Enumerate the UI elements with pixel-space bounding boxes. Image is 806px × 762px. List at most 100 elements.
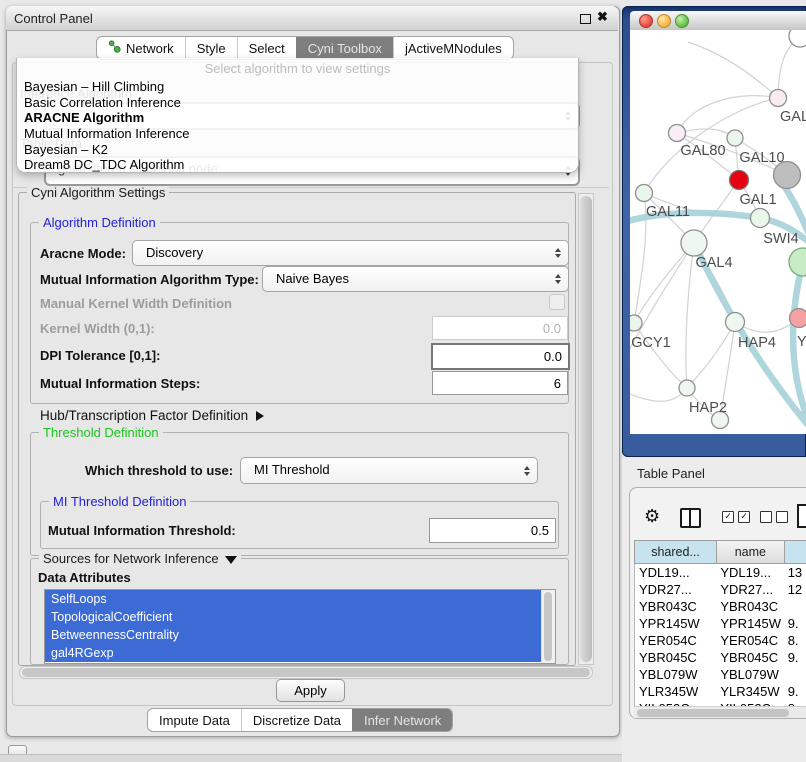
node-label-y-partial: Y (797, 334, 806, 350)
scrollbar-thumb[interactable] (637, 709, 789, 717)
new-table-icon[interactable] (797, 504, 806, 528)
column-header-name[interactable]: name (717, 540, 784, 564)
table-body[interactable]: YDL19...YDL19...13 YDR27...YDR27...12 YB… (634, 564, 806, 706)
network-canvas[interactable]: GAL80 GAL10 GAL1 GAL11 SWI4 GAL4 GCY1 HA… (630, 30, 806, 434)
control-panel-tabbar: Network Style Select Cyni Toolbox jActiv… (96, 36, 514, 60)
scrollbar-thumb[interactable] (22, 668, 590, 677)
spinner-icon (555, 248, 561, 258)
table-row[interactable]: YDL19...YDL19...13 (635, 564, 806, 581)
scrollbar-thumb[interactable] (580, 196, 592, 662)
table-row[interactable]: YBR045CYBR045C9. (635, 649, 806, 666)
node-label-gal11: GAL11 (646, 204, 690, 220)
settings-vertical-scrollbar[interactable] (578, 193, 594, 665)
aracne-mode-label: Aracne Mode: (40, 246, 126, 261)
node-label-gal10: GAL10 (739, 150, 784, 166)
mi-threshold-title: MI Threshold Definition (49, 494, 190, 509)
spinner-icon (555, 274, 561, 284)
dropdown-placeholder: Select algorithm to view settings (17, 61, 578, 76)
dropdown-item-bayesian-hill[interactable]: Bayesian – Hill Climbing (24, 79, 164, 94)
expand-right-icon (256, 411, 264, 421)
node-label-hap2: HAP2 (689, 400, 727, 416)
dropdown-item-mutual-information[interactable]: Mutual Information Inference (24, 126, 189, 141)
mac-minimize-button[interactable] (657, 14, 671, 28)
tab-network[interactable]: Network (97, 37, 185, 59)
network-icon (108, 40, 121, 56)
aracne-mode-combobox[interactable]: Discovery (132, 240, 569, 266)
mi-type-label: Mutual Information Algorithm Type: (40, 272, 259, 287)
dpi-tolerance-label: DPI Tolerance [0,1]: (40, 348, 160, 363)
deselect-all-columns-icon[interactable] (760, 511, 788, 523)
node-label-hap4: HAP4 (738, 335, 776, 351)
gear-icon[interactable]: ⚙ (644, 506, 660, 527)
collapse-down-icon (225, 556, 237, 564)
dropdown-item-basic-correlation[interactable]: Basic Correlation Inference (24, 95, 181, 110)
table-row[interactable]: YBL079WYBL079W (635, 666, 806, 683)
tab-infer-network[interactable]: Infer Network (352, 709, 452, 731)
dropdown-item-dream8[interactable]: Dream8 DC_TDC Algorithm (24, 157, 184, 172)
tab-style[interactable]: Style (185, 37, 237, 59)
node-label-swi4: SWI4 (763, 231, 798, 247)
settings-group-title: Cyni Algorithm Settings (27, 185, 169, 200)
mi-steps-field[interactable]: 6 (432, 371, 568, 395)
node-label-gal4: GAL4 (695, 255, 732, 271)
node-label-gal-partial: GAL (780, 109, 806, 125)
table-panel-title: Table Panel (637, 466, 705, 481)
mi-threshold-label: Mutual Information Threshold: (48, 523, 236, 538)
table-horizontal-scrollbar[interactable] (634, 706, 806, 718)
columns-icon[interactable] (680, 508, 701, 528)
float-window-icon[interactable] (580, 14, 591, 24)
data-attributes-list: SelfLoops TopologicalCoefficient Between… (44, 589, 556, 664)
kernel-width-label: Kernel Width (0,1): (40, 321, 155, 336)
scrollbar-thumb[interactable] (544, 592, 552, 661)
column-header-shared-name[interactable]: shared... (634, 540, 717, 564)
algorithm-definition-title: Algorithm Definition (39, 215, 160, 230)
which-threshold-combobox[interactable]: MI Threshold (240, 457, 538, 484)
list-item[interactable]: TopologicalCoefficient (45, 608, 555, 626)
node-label-gal1: GAL1 (739, 192, 776, 208)
list-item[interactable]: gal4RGexp (45, 644, 555, 662)
node-label-gal80: GAL80 (680, 143, 725, 159)
spinner-icon (524, 466, 530, 476)
table-row[interactable]: YLR345WYLR345W9. (635, 683, 806, 700)
which-threshold-label: Which threshold to use: (85, 463, 233, 478)
column-header-partial[interactable] (785, 540, 806, 564)
tab-select[interactable]: Select (237, 37, 296, 59)
list-scrollbar[interactable] (541, 590, 555, 663)
apply-button[interactable]: Apply (276, 679, 345, 702)
algorithm-dropdown-popup: Select algorithm to view settings Bayesi… (16, 58, 579, 173)
mac-zoom-button[interactable] (675, 14, 689, 28)
node-table: shared... name (634, 540, 806, 564)
bottom-tabbar: Impute Data Discretize Data Infer Networ… (147, 708, 453, 732)
tab-impute-data[interactable]: Impute Data (148, 709, 241, 731)
table-row[interactable]: YDR27...YDR27...12 (635, 581, 806, 598)
dropdown-item-aracne[interactable]: ARACNE Algorithm (24, 110, 144, 125)
select-all-columns-icon[interactable]: ✓✓ (722, 511, 750, 523)
tab-network-label: Network (126, 41, 174, 56)
hub-definition-expander[interactable]: Hub/Transcription Factor Definition (40, 408, 264, 423)
close-window-icon[interactable]: ✖ (597, 9, 608, 25)
kernel-width-field[interactable]: 0.0 (432, 316, 568, 340)
mi-steps-label: Mutual Information Steps: (40, 376, 200, 391)
dropdown-item-bayesian-k2[interactable]: Bayesian – K2 (24, 142, 108, 157)
control-panel-title: Control Panel (14, 11, 93, 26)
manual-kernel-checkbox[interactable] (549, 294, 565, 310)
list-item[interactable]: SelfLoops (45, 590, 555, 608)
node-label-gcy1: GCY1 (631, 335, 671, 351)
control-panel-titlebar[interactable] (6, 6, 618, 31)
threshold-definition-title: Threshold Definition (39, 425, 163, 440)
table-row[interactable]: YBR043CYBR043C (635, 598, 806, 615)
list-item[interactable]: BetweennessCentrality (45, 626, 555, 644)
mac-close-button[interactable] (639, 14, 653, 28)
table-row[interactable]: YPR145WYPR145W9. (635, 615, 806, 632)
settings-horizontal-scrollbar[interactable] (19, 666, 593, 679)
tab-jactivemnodules[interactable]: jActiveMNodules (393, 37, 513, 59)
sources-title[interactable]: Sources for Network Inference (39, 551, 241, 566)
tab-discretize-data[interactable]: Discretize Data (241, 709, 352, 731)
mi-threshold-field[interactable]: 0.5 (429, 518, 556, 543)
mi-type-combobox[interactable]: Naive Bayes (262, 266, 569, 292)
tab-cyni-toolbox[interactable]: Cyni Toolbox (296, 37, 393, 59)
manual-kernel-label: Manual Kernel Width Definition (40, 296, 232, 311)
table-row[interactable]: YER054CYER054C8. (635, 632, 806, 649)
data-attributes-label: Data Attributes (38, 570, 131, 585)
dpi-tolerance-field[interactable]: 0.0 (431, 343, 570, 370)
